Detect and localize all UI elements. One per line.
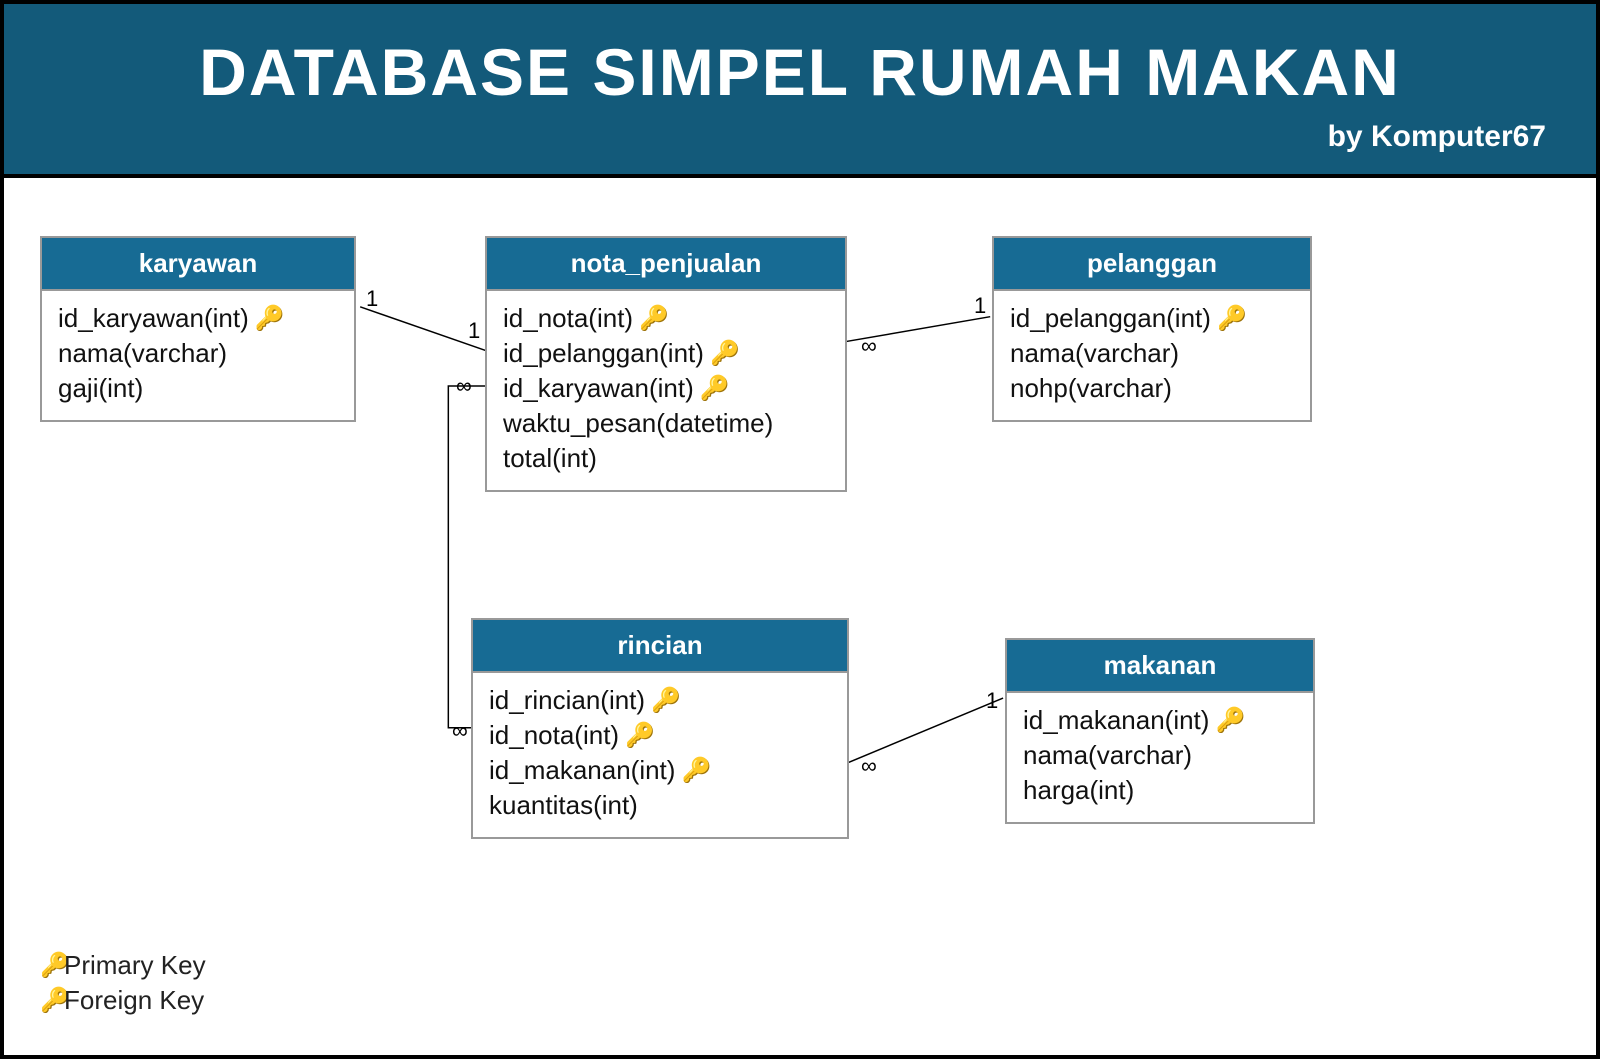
cardinality-label: ∞: [859, 753, 879, 779]
key-icon: 🔑: [625, 724, 643, 748]
entity-fields: id_rincian(int) 🔑 id_nota(int) 🔑 id_maka…: [473, 673, 847, 837]
legend-row: 🔑 Primary Key: [40, 950, 206, 981]
entity-title: karyawan: [42, 238, 354, 291]
key-icon: 🔑: [255, 307, 273, 331]
diagram-canvas: karyawan id_karyawan(int) 🔑 nama(varchar…: [4, 178, 1596, 1024]
field-row: waktu_pesan(datetime): [503, 406, 829, 441]
header: DATABASE SIMPEL RUMAH MAKAN by Komputer6…: [4, 4, 1596, 178]
entity-karyawan: karyawan id_karyawan(int) 🔑 nama(varchar…: [40, 236, 356, 422]
field-row: id_pelanggan(int) 🔑: [503, 336, 829, 371]
key-icon: 🔑: [710, 342, 728, 366]
field-text: id_pelanggan(int): [503, 336, 704, 371]
entity-fields: id_pelanggan(int) 🔑 nama(varchar) nohp(v…: [994, 291, 1310, 420]
entity-pelanggan: pelanggan id_pelanggan(int) 🔑 nama(varch…: [992, 236, 1312, 422]
diagram-title: DATABASE SIMPEL RUMAH MAKAN: [54, 34, 1546, 110]
field-text: id_nota(int): [503, 301, 633, 336]
key-icon: 🔑: [1215, 709, 1233, 733]
field-row: kuantitas(int): [489, 788, 831, 823]
field-row: total(int): [503, 441, 829, 476]
key-icon: 🔑: [639, 307, 657, 331]
field-text: id_makanan(int): [489, 753, 675, 788]
field-row: nohp(varchar): [1010, 371, 1294, 406]
field-text: id_pelanggan(int): [1010, 301, 1211, 336]
field-text: kuantitas(int): [489, 788, 638, 823]
key-icon: 🔑: [40, 989, 58, 1013]
field-text: id_karyawan(int): [503, 371, 694, 406]
legend-row: 🔑 Foreign Key: [40, 985, 206, 1016]
cardinality-label: 1: [364, 286, 380, 312]
entity-title: makanan: [1007, 640, 1313, 693]
field-row: gaji(int): [58, 371, 338, 406]
entity-nota-penjualan: nota_penjualan id_nota(int) 🔑 id_pelangg…: [485, 236, 847, 492]
field-text: waktu_pesan(datetime): [503, 406, 773, 441]
legend: 🔑 Primary Key 🔑 Foreign Key: [40, 946, 206, 1020]
field-row: nama(varchar): [1010, 336, 1294, 371]
entity-fields: id_nota(int) 🔑 id_pelanggan(int) 🔑 id_ka…: [487, 291, 845, 490]
field-row: harga(int): [1023, 773, 1297, 808]
key-icon: 🔑: [681, 759, 699, 783]
field-text: nama(varchar): [58, 336, 227, 371]
field-text: id_makanan(int): [1023, 703, 1209, 738]
field-row: nama(varchar): [1023, 738, 1297, 773]
field-row: id_karyawan(int) 🔑: [58, 301, 338, 336]
field-row: id_makanan(int) 🔑: [1023, 703, 1297, 738]
cardinality-label: 1: [984, 688, 1000, 714]
entity-rincian: rincian id_rincian(int) 🔑 id_nota(int) 🔑…: [471, 618, 849, 839]
field-text: id_nota(int): [489, 718, 619, 753]
diagram-frame: DATABASE SIMPEL RUMAH MAKAN by Komputer6…: [0, 0, 1600, 1059]
key-icon: 🔑: [651, 689, 669, 713]
entity-makanan: makanan id_makanan(int) 🔑 nama(varchar) …: [1005, 638, 1315, 824]
cardinality-label: 1: [972, 293, 988, 319]
field-row: id_karyawan(int) 🔑: [503, 371, 829, 406]
legend-label: Primary Key: [64, 950, 206, 981]
diagram-author: by Komputer67: [54, 120, 1546, 154]
field-row: id_nota(int) 🔑: [503, 301, 829, 336]
field-row: nama(varchar): [58, 336, 338, 371]
field-row: id_rincian(int) 🔑: [489, 683, 831, 718]
field-text: nohp(varchar): [1010, 371, 1172, 406]
field-text: nama(varchar): [1010, 336, 1179, 371]
entity-title: rincian: [473, 620, 847, 673]
field-text: id_karyawan(int): [58, 301, 249, 336]
key-icon: 🔑: [700, 377, 718, 401]
legend-label: Foreign Key: [64, 985, 204, 1016]
field-row: id_pelanggan(int) 🔑: [1010, 301, 1294, 336]
entity-fields: id_makanan(int) 🔑 nama(varchar) harga(in…: [1007, 693, 1313, 822]
field-text: nama(varchar): [1023, 738, 1192, 773]
cardinality-label: ∞: [859, 333, 879, 359]
entity-fields: id_karyawan(int) 🔑 nama(varchar) gaji(in…: [42, 291, 354, 420]
field-row: id_nota(int) 🔑: [489, 718, 831, 753]
entity-title: pelanggan: [994, 238, 1310, 291]
field-text: total(int): [503, 441, 597, 476]
cardinality-label: ∞: [450, 718, 470, 744]
entity-title: nota_penjualan: [487, 238, 845, 291]
key-icon: 🔑: [1217, 307, 1235, 331]
cardinality-label: 1: [466, 318, 482, 344]
field-text: id_rincian(int): [489, 683, 645, 718]
field-row: id_makanan(int) 🔑: [489, 753, 831, 788]
cardinality-label: ∞: [454, 373, 474, 399]
field-text: gaji(int): [58, 371, 143, 406]
field-text: harga(int): [1023, 773, 1134, 808]
key-icon: 🔑: [40, 954, 58, 978]
